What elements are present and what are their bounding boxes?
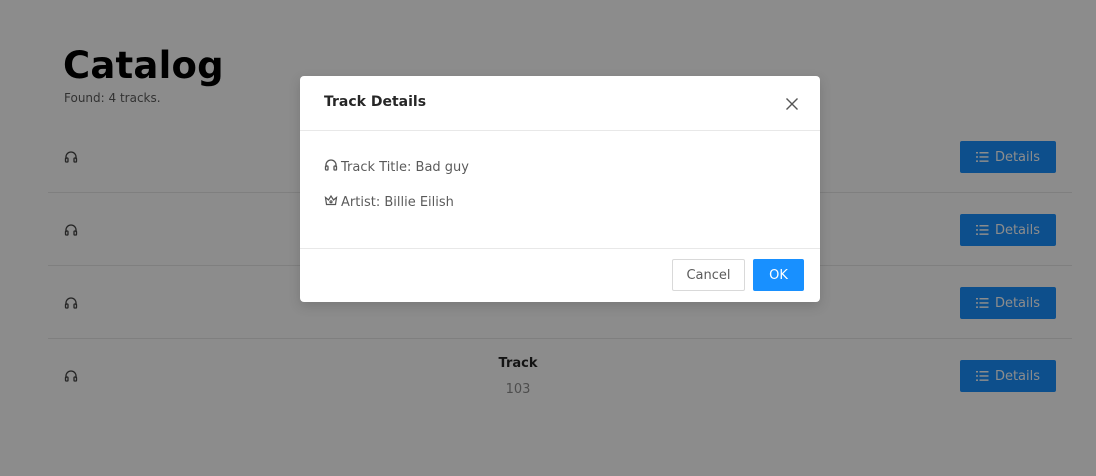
- close-icon[interactable]: [784, 96, 800, 112]
- modal-footer: Cancel OK: [300, 249, 820, 301]
- modal-body: Track Title: Bad guy Artist: Billie Eili…: [300, 131, 820, 249]
- track-details-modal: Track Details Track Title: Bad guy Artis…: [300, 76, 820, 302]
- headphones-icon: [324, 158, 338, 176]
- cancel-button[interactable]: Cancel: [672, 259, 745, 291]
- ok-button[interactable]: OK: [753, 259, 804, 291]
- track-title-text: Track Title: Bad guy: [341, 159, 469, 175]
- modal-title: Track Details: [324, 94, 427, 110]
- artist-row: Artist: Billie Eilish: [324, 193, 454, 211]
- crown-icon: [324, 193, 338, 211]
- modal-header: Track Details: [300, 76, 820, 131]
- track-title-row: Track Title: Bad guy: [324, 158, 469, 176]
- artist-text: Artist: Billie Eilish: [341, 194, 454, 210]
